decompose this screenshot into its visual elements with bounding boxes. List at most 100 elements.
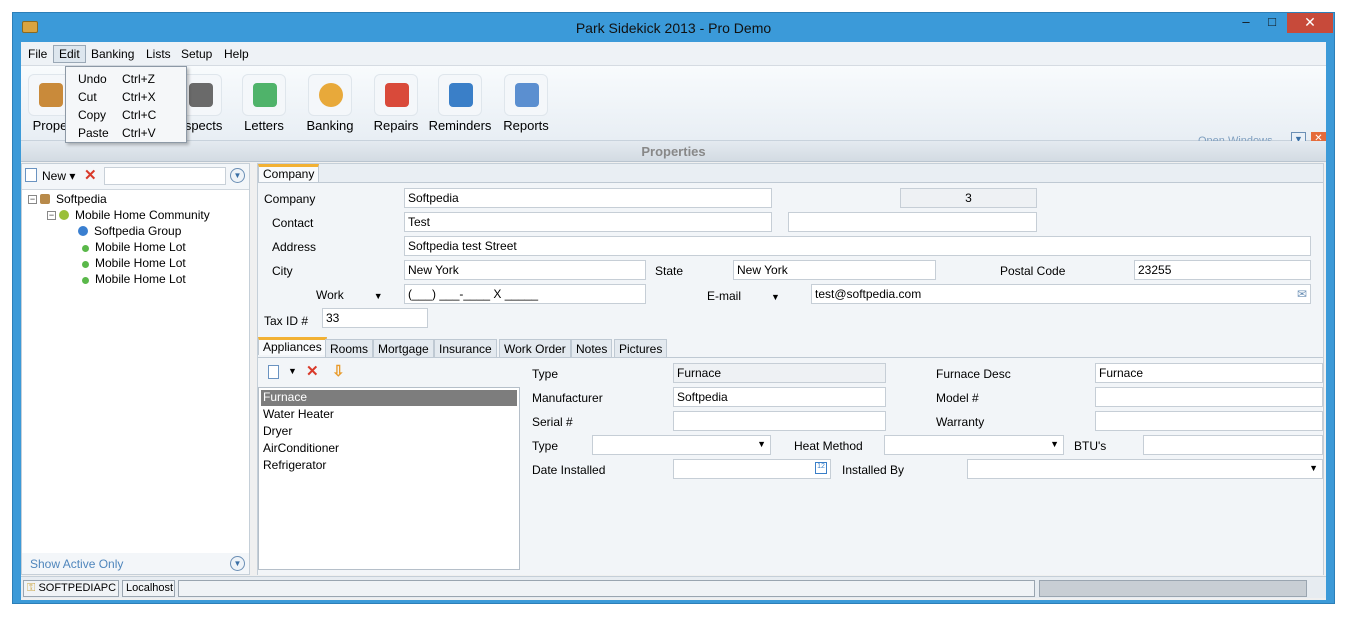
- title-bar[interactable]: Park Sidekick 2013 - Pro Demo – □ ✕: [13, 13, 1334, 42]
- money-bag-icon: [308, 74, 352, 116]
- toolbar-reminders[interactable]: Reminders: [421, 68, 491, 138]
- postal-code-field[interactable]: 23255: [1134, 260, 1311, 280]
- minimize-button[interactable]: –: [1232, 13, 1260, 33]
- list-item[interactable]: Dryer: [261, 424, 517, 440]
- tree-node-lot[interactable]: Mobile Home Lot: [82, 272, 186, 286]
- tab-rooms[interactable]: Rooms: [325, 339, 374, 357]
- chevron-down-icon: ▼: [757, 439, 766, 449]
- new-document-icon[interactable]: [25, 168, 37, 182]
- toolbar-letters[interactable]: Letters: [225, 68, 295, 138]
- btu-field[interactable]: [1143, 435, 1323, 455]
- lot-icon: [82, 261, 89, 268]
- show-active-only-link[interactable]: Show Active Only: [30, 557, 123, 571]
- progress-bar: [1039, 580, 1307, 597]
- toolbar-reports[interactable]: Reports: [487, 68, 557, 138]
- tree-node-lot[interactable]: Mobile Home Lot: [82, 256, 186, 270]
- tab-appliances[interactable]: Appliances: [258, 337, 327, 355]
- email-type-select[interactable]: E-mail ▼: [707, 289, 780, 303]
- type-select[interactable]: ▼: [592, 435, 771, 455]
- model-field[interactable]: [1095, 387, 1323, 407]
- email-field[interactable]: test@softpedia.com ✉: [811, 284, 1311, 304]
- edit-dropdown-menu: Undo Ctrl+Z Cut Ctrl+X Copy Ctrl+C Paste…: [65, 66, 187, 143]
- toolbar-repairs[interactable]: Repairs: [357, 68, 427, 138]
- window-title: Park Sidekick 2013 - Pro Demo: [575, 20, 772, 36]
- heat-method-select[interactable]: ▼: [884, 435, 1064, 455]
- list-item[interactable]: Furnace: [261, 390, 517, 406]
- tab-pictures[interactable]: Pictures: [614, 339, 668, 357]
- app-window: Park Sidekick 2013 - Pro Demo – □ ✕ File…: [12, 12, 1335, 604]
- lot-icon: [82, 245, 89, 252]
- arrow-down-icon[interactable]: ⇩: [332, 362, 345, 380]
- address-field[interactable]: Softpedia test Street: [404, 236, 1311, 256]
- client-area: File Edit Banking Lists Setup Help Prope…: [21, 42, 1326, 600]
- serial-field[interactable]: [673, 411, 886, 431]
- appliance-type-field: Furnace: [673, 363, 886, 383]
- close-button[interactable]: ✕: [1287, 13, 1333, 33]
- phone-field[interactable]: (___) ___-____ X _____: [404, 284, 646, 304]
- tree-search-input[interactable]: [104, 167, 226, 185]
- delete-icon[interactable]: ✕: [306, 362, 319, 380]
- menu-bar: File Edit Banking Lists Setup Help: [21, 42, 1326, 66]
- tree-node-group[interactable]: Softpedia Group: [78, 224, 181, 238]
- state-field[interactable]: New York: [733, 260, 936, 280]
- chevron-down-icon: ▼: [1050, 439, 1059, 449]
- tree-node-lot[interactable]: Mobile Home Lot: [82, 240, 186, 254]
- company-field[interactable]: Softpedia: [404, 188, 772, 208]
- city-field[interactable]: New York: [404, 260, 646, 280]
- new-document-icon[interactable]: [268, 365, 279, 379]
- tax-id-field[interactable]: 33: [322, 308, 428, 328]
- status-bar: ⚿ SOFTPEDIAPC Localhost: [21, 576, 1326, 598]
- new-button[interactable]: New ▾: [42, 169, 75, 183]
- collapse-icon[interactable]: −: [28, 195, 37, 204]
- letters-icon: [242, 74, 286, 116]
- delete-icon[interactable]: ✕: [84, 166, 97, 184]
- company-id-field: 3: [900, 188, 1037, 208]
- tab-notes[interactable]: Notes: [571, 339, 613, 357]
- menu-item-copy[interactable]: Copy Ctrl+C: [66, 107, 186, 125]
- left-pane: New ▾ ✕ ▼ − Softpedia − Mobile Home Comm…: [21, 163, 250, 575]
- status-message: [178, 580, 1035, 597]
- menu-item-undo[interactable]: Undo Ctrl+Z: [66, 71, 186, 89]
- contact-extra-field[interactable]: [788, 212, 1037, 232]
- calendar-icon: 12: [815, 462, 827, 474]
- tree-node-community[interactable]: Mobile Home Community: [59, 208, 210, 222]
- chevron-down-icon[interactable]: ▼: [230, 168, 245, 183]
- list-item[interactable]: Refrigerator: [261, 458, 517, 474]
- manufacturer-field[interactable]: Softpedia: [673, 387, 886, 407]
- lot-icon: [82, 277, 89, 284]
- toolbar-banking[interactable]: Banking: [291, 68, 361, 138]
- section-header: Properties: [21, 141, 1326, 162]
- phone-type-select[interactable]: Work ▼: [316, 288, 383, 302]
- tab-company[interactable]: Company: [258, 164, 320, 182]
- chevron-down-icon[interactable]: ▼: [230, 556, 245, 571]
- mail-icon[interactable]: ✉: [1297, 287, 1307, 301]
- date-installed-field[interactable]: 12: [673, 459, 831, 479]
- list-item[interactable]: AirConditioner: [261, 441, 517, 457]
- tree-toolbar: New ▾ ✕ ▼: [22, 164, 249, 188]
- menu-edit[interactable]: Edit: [53, 45, 86, 63]
- menu-item-paste[interactable]: Paste Ctrl+V: [66, 125, 186, 143]
- reports-icon: [504, 74, 548, 116]
- tab-work-order[interactable]: Work Order: [499, 339, 571, 357]
- furnace-desc-field[interactable]: Furnace: [1095, 363, 1323, 383]
- menu-banking[interactable]: Banking: [86, 46, 139, 62]
- status-server: Localhost: [122, 580, 175, 597]
- menu-item-cut[interactable]: Cut Ctrl+X: [66, 89, 186, 107]
- key-icon: ⚿: [27, 582, 36, 594]
- menu-lists[interactable]: Lists: [141, 46, 176, 62]
- maximize-button[interactable]: □: [1258, 13, 1286, 33]
- warranty-field[interactable]: [1095, 411, 1323, 431]
- tab-mortgage[interactable]: Mortgage: [373, 339, 434, 357]
- contact-field[interactable]: Test: [404, 212, 772, 232]
- tree-node-softpedia[interactable]: Softpedia: [40, 192, 107, 206]
- installed-by-select[interactable]: ▼: [967, 459, 1323, 479]
- menu-setup[interactable]: Setup: [176, 46, 217, 62]
- property-tree: − Softpedia − Mobile Home Community Soft…: [22, 189, 249, 553]
- collapse-icon[interactable]: −: [47, 211, 56, 220]
- menu-file[interactable]: File: [23, 46, 52, 62]
- menu-help[interactable]: Help: [219, 46, 254, 62]
- chevron-down-icon[interactable]: ▼: [288, 366, 297, 376]
- tab-insurance[interactable]: Insurance: [434, 339, 497, 357]
- list-item[interactable]: Water Heater: [261, 407, 517, 423]
- paint-roller-icon: [374, 74, 418, 116]
